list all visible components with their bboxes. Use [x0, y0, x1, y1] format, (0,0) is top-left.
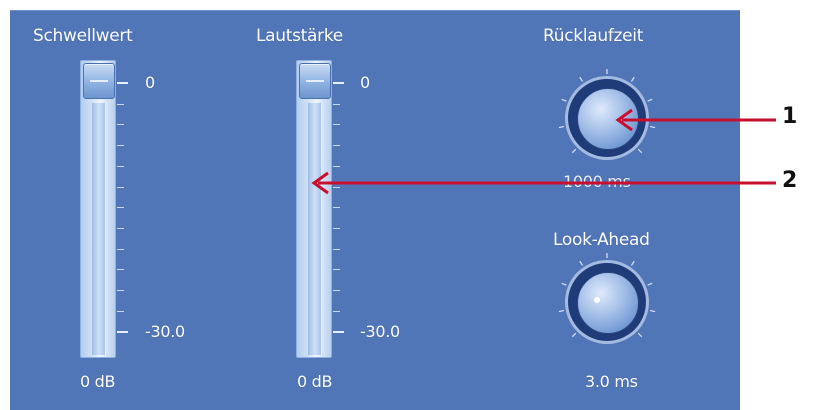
knob-scale-ticks	[558, 69, 656, 338]
knob-scale-tick	[650, 125, 656, 129]
callout-overlay	[311, 69, 776, 338]
knob-scale-tick	[630, 76, 635, 82]
knob-scale-tick	[571, 332, 577, 338]
knob-scale-tick	[571, 148, 577, 154]
knob-scale-tick	[647, 98, 653, 102]
knob-scale-tick	[558, 309, 564, 313]
knob-scale-tick	[561, 282, 567, 286]
knob-scale-tick	[579, 76, 584, 82]
callout-2-number: 2	[782, 168, 798, 193]
callout-1-number: 1	[782, 104, 798, 129]
knob-scale-tick	[637, 332, 643, 338]
knob-scale-tick	[558, 125, 564, 129]
knob-scale-tick	[579, 260, 584, 266]
knob-scale-tick	[561, 98, 567, 102]
knob-scale-tick	[647, 282, 653, 286]
knob-scale-tick	[650, 309, 656, 313]
knob-scale-tick	[630, 260, 635, 266]
knob-scale-tick	[637, 148, 643, 154]
